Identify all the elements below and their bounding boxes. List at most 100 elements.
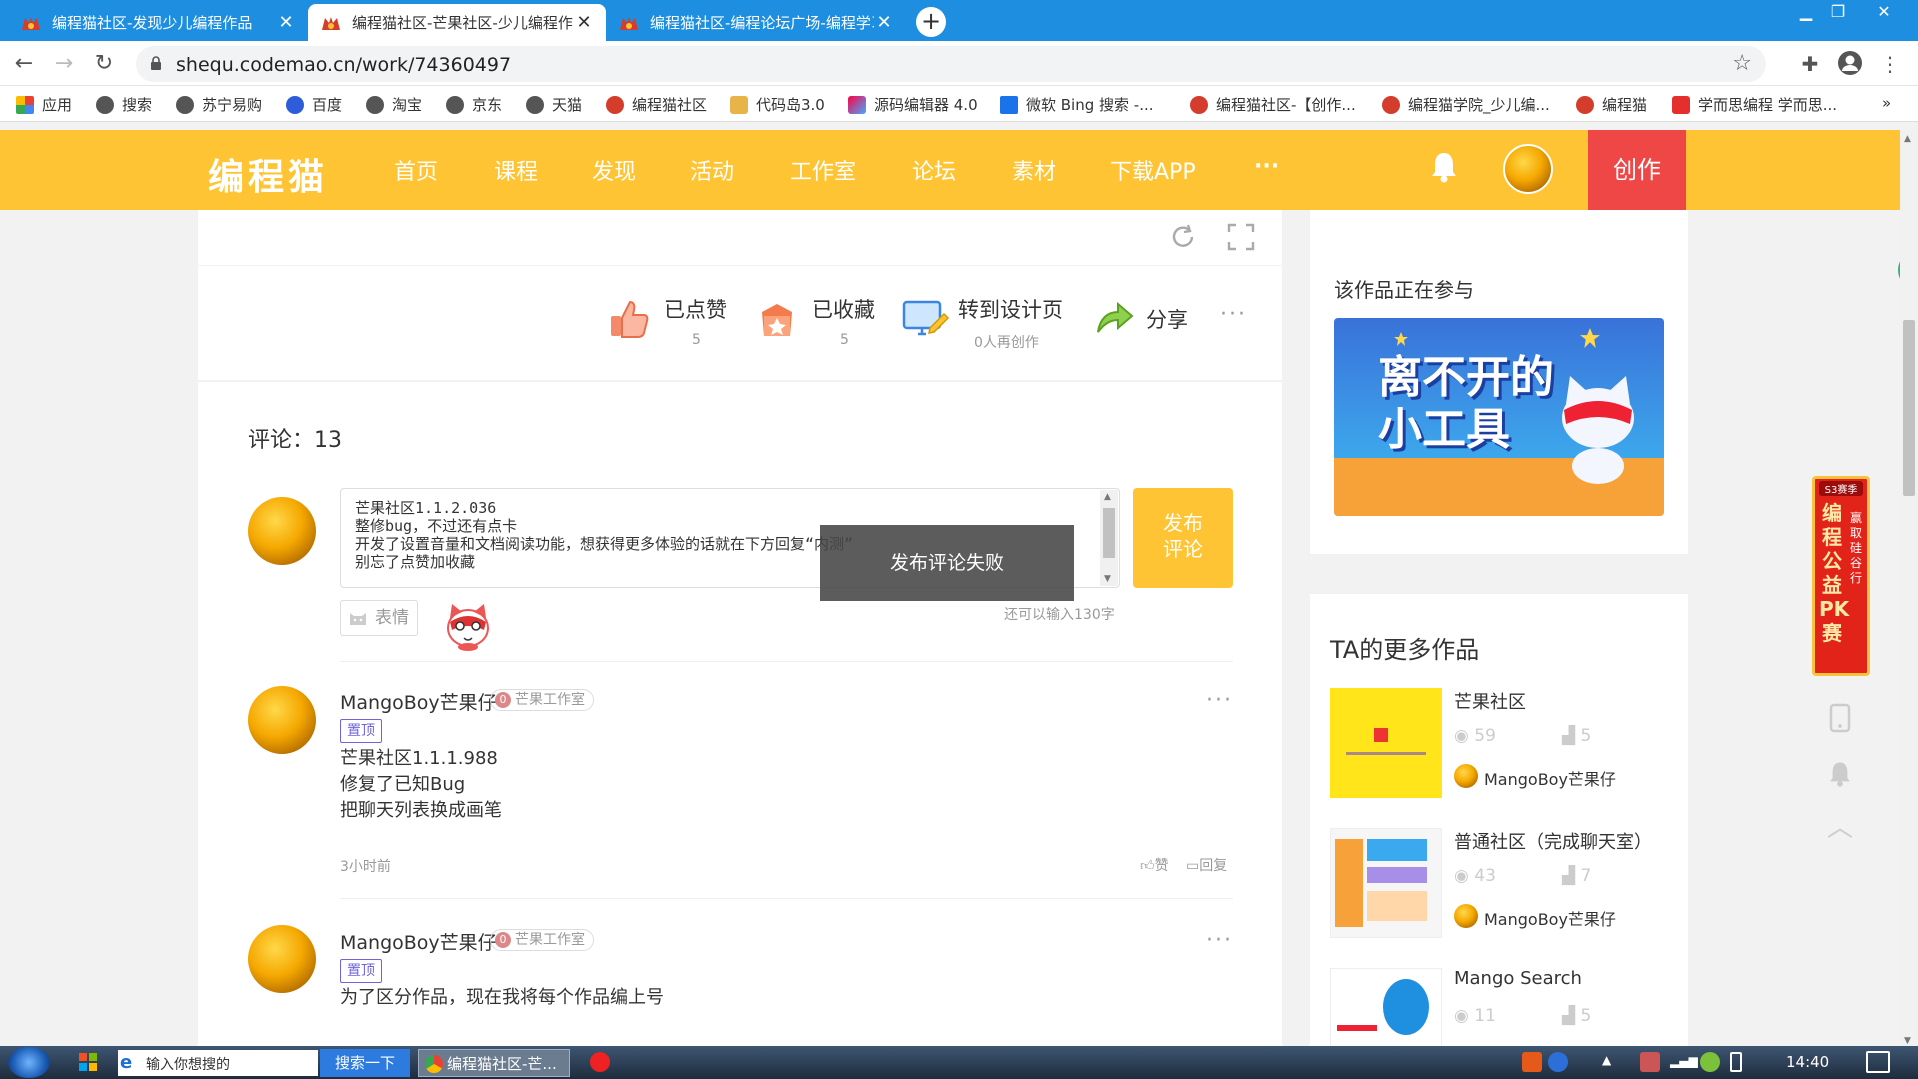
bookmark-source-editor[interactable]: 源码编辑器 4.0 <box>848 94 978 115</box>
submit-comment-button[interactable]: 发布评论 <box>1133 488 1233 588</box>
emoji-button[interactable]: 表情 <box>340 600 418 636</box>
commenter-name[interactable]: MangoBoy芒果仔 <box>340 688 497 715</box>
bookmark-xueersi[interactable]: 学而思编程 学而思... <box>1672 94 1837 115</box>
scroll-down-icon[interactable]: ▼ <box>1104 574 1111 584</box>
forward-arrow-icon[interactable]: → <box>50 51 78 79</box>
battery-icon[interactable] <box>1730 1052 1742 1072</box>
minimize-window-button[interactable]: ▁ <box>1788 2 1824 22</box>
page-scrollbar[interactable]: ▲ ▼ <box>1900 130 1918 1050</box>
comment-input-scroll-thumb[interactable] <box>1103 508 1115 558</box>
back-arrow-icon[interactable]: ← <box>10 51 38 79</box>
bookmark-label: 京东 <box>472 96 503 114</box>
extensions-puzzle-icon[interactable]: ✚ <box>1796 50 1824 78</box>
bookmark-search[interactable]: 搜索 <box>96 94 152 115</box>
commenter-name[interactable]: MangoBoy芒果仔 <box>340 928 497 955</box>
comment-more-button[interactable]: ··· <box>1206 928 1233 953</box>
share-button[interactable]: 分享 <box>1094 296 1204 352</box>
bookmark-bing[interactable]: 微软 Bing 搜索 -... <box>1000 94 1154 115</box>
browser-tab-discover[interactable]: 编程猫社区-发现少儿编程作品 ✕ <box>8 4 308 41</box>
studio-badge[interactable]: 0 芒果工作室 <box>490 929 594 951</box>
comment-like-button[interactable]: 👍︎赞 <box>1140 855 1169 875</box>
commenter-avatar[interactable] <box>248 686 316 754</box>
nav-studio[interactable]: 工作室 <box>790 154 856 186</box>
close-tab-icon[interactable]: ✕ <box>574 12 594 33</box>
scroll-up-icon[interactable]: ▲ <box>1104 492 1111 502</box>
browser-menu-icon[interactable]: ⋮ <box>1876 50 1904 78</box>
browser-tab-forum[interactable]: 编程猫社区-编程论坛广场-编程学习 ✕ <box>606 4 906 41</box>
bookmark-label: 天猫 <box>552 96 583 114</box>
user-avatar[interactable] <box>1503 144 1553 194</box>
tray-help-icon[interactable] <box>1548 1052 1568 1072</box>
taskbar-search-input[interactable]: e 输入你想搜的 <box>118 1050 318 1076</box>
fullscreen-icon[interactable] <box>1226 222 1256 252</box>
tray-expand-icon[interactable]: ▲ <box>1602 1053 1611 1067</box>
bookmark-star-icon[interactable]: ☆ <box>1732 51 1752 76</box>
go-to-design-button[interactable]: 转到设计页 0人再创作 <box>902 290 1072 360</box>
network-signal-icon[interactable]: ▂▄▆ <box>1670 1054 1698 1068</box>
create-button[interactable]: 创作 <box>1588 130 1686 210</box>
nav-discover[interactable]: 发现 <box>592 154 636 186</box>
nav-courses[interactable]: 课程 <box>494 154 538 186</box>
scroll-up-icon[interactable]: ▲ <box>1904 134 1911 144</box>
notification-bell-icon[interactable] <box>1430 150 1458 184</box>
commenter-avatar[interactable] <box>248 925 316 993</box>
bookmark-codemao-academy[interactable]: 编程猫学院_少儿编... <box>1382 94 1550 115</box>
work-item[interactable]: 普通社区（完成聊天室） ◉ 43 ▟ 7 MangoBoy芒果仔 <box>1330 828 1670 940</box>
action-center-icon[interactable] <box>1866 1051 1890 1073</box>
bookmark-tmall[interactable]: 天猫 <box>526 94 582 115</box>
collected-button[interactable]: 已收藏 5 <box>756 290 886 360</box>
back-to-top-button[interactable]: ︿ <box>1812 800 1868 856</box>
taskbar-chrome-window[interactable]: 编程猫社区-芒... <box>418 1049 570 1077</box>
taskbar-search-button[interactable]: 搜索一下 <box>320 1049 410 1077</box>
url-input[interactable]: shequ.codemao.cn/work/74360497 ☆ <box>136 46 1766 82</box>
tray-app-icon[interactable] <box>1522 1052 1542 1072</box>
work-item[interactable]: 芒果社区 ◉ 59 ▟ 5 MangoBoy芒果仔 <box>1330 688 1670 800</box>
bookmark-jd[interactable]: 京东 <box>446 94 502 115</box>
close-tab-icon[interactable]: ✕ <box>276 12 296 33</box>
bookmark-codemao-community[interactable]: 编程猫社区 <box>606 94 707 115</box>
page-scroll-thumb[interactable] <box>1903 320 1915 496</box>
profile-icon[interactable] <box>1836 50 1864 78</box>
close-window-button[interactable]: ✕ <box>1866 2 1902 22</box>
nav-download-app[interactable]: 下载APP <box>1110 154 1196 186</box>
studio-badge[interactable]: 0 芒果工作室 <box>490 689 594 711</box>
close-tab-icon[interactable]: ✕ <box>874 12 894 33</box>
work-views-count: 11 <box>1474 1006 1496 1026</box>
participating-card: 该作品正在参与 离不开的小工具 <box>1310 210 1688 554</box>
search-tray-icon[interactable] <box>78 1052 98 1072</box>
bookmark-apps[interactable]: 应用 <box>16 94 72 115</box>
bookmark-codemao[interactable]: 编程猫 <box>1576 94 1647 115</box>
bookmark-suning[interactable]: 苏宁易购 <box>176 94 262 115</box>
bookmarks-overflow-button[interactable]: » <box>1882 94 1891 112</box>
promo-sidebar-banner[interactable]: S3赛季 编程公益PK赛 赢取硅谷行 <box>1812 476 1870 676</box>
bookmark-codemao-create[interactable]: 编程猫社区-【创作... <box>1190 94 1356 115</box>
reload-icon[interactable]: ↻ <box>90 51 118 79</box>
nav-materials[interactable]: 素材 <box>1012 154 1056 186</box>
mobile-qr-button[interactable] <box>1812 690 1868 746</box>
start-button[interactable] <box>8 1047 50 1078</box>
comment-more-button[interactable]: ··· <box>1206 688 1233 713</box>
event-banner[interactable]: 离不开的小工具 <box>1334 318 1664 516</box>
message-center-button[interactable] <box>1812 746 1868 802</box>
comment-reply-button[interactable]: ▭回复 <box>1186 855 1227 875</box>
browser-tab-mango[interactable]: 编程猫社区-芒果社区-少儿编程作品 ✕ <box>308 4 606 41</box>
bookmark-taobao[interactable]: 淘宝 <box>366 94 422 115</box>
nav-forum[interactable]: 论坛 <box>912 154 956 186</box>
bookmark-baidu[interactable]: 百度 <box>286 94 342 115</box>
tray-security-icon[interactable] <box>1700 1052 1720 1072</box>
nav-home[interactable]: 首页 <box>394 154 438 186</box>
scroll-down-icon[interactable]: ▼ <box>1904 1036 1911 1046</box>
restart-icon[interactable] <box>1168 222 1198 252</box>
work-item[interactable]: Mango Search ◉ 11 ▟ 5 <box>1330 968 1670 1046</box>
bookmark-codeisland[interactable]: 代码岛3.0 <box>730 94 825 115</box>
nav-more-button[interactable]: ··· <box>1254 154 1279 179</box>
comment-input-scrollbar[interactable]: ▲ ▼ <box>1100 490 1118 586</box>
tray-app-icon[interactable] <box>1640 1052 1660 1072</box>
restore-window-button[interactable]: ❐ <box>1820 2 1856 22</box>
taskbar-app-icon[interactable] <box>590 1052 610 1072</box>
site-logo[interactable]: 编程猫 <box>208 148 328 200</box>
nav-activities[interactable]: 活动 <box>690 154 734 186</box>
new-tab-button[interactable]: + <box>916 7 946 37</box>
liked-button[interactable]: 已点赞 5 <box>608 290 738 360</box>
more-actions-button[interactable]: ··· <box>1220 302 1247 327</box>
